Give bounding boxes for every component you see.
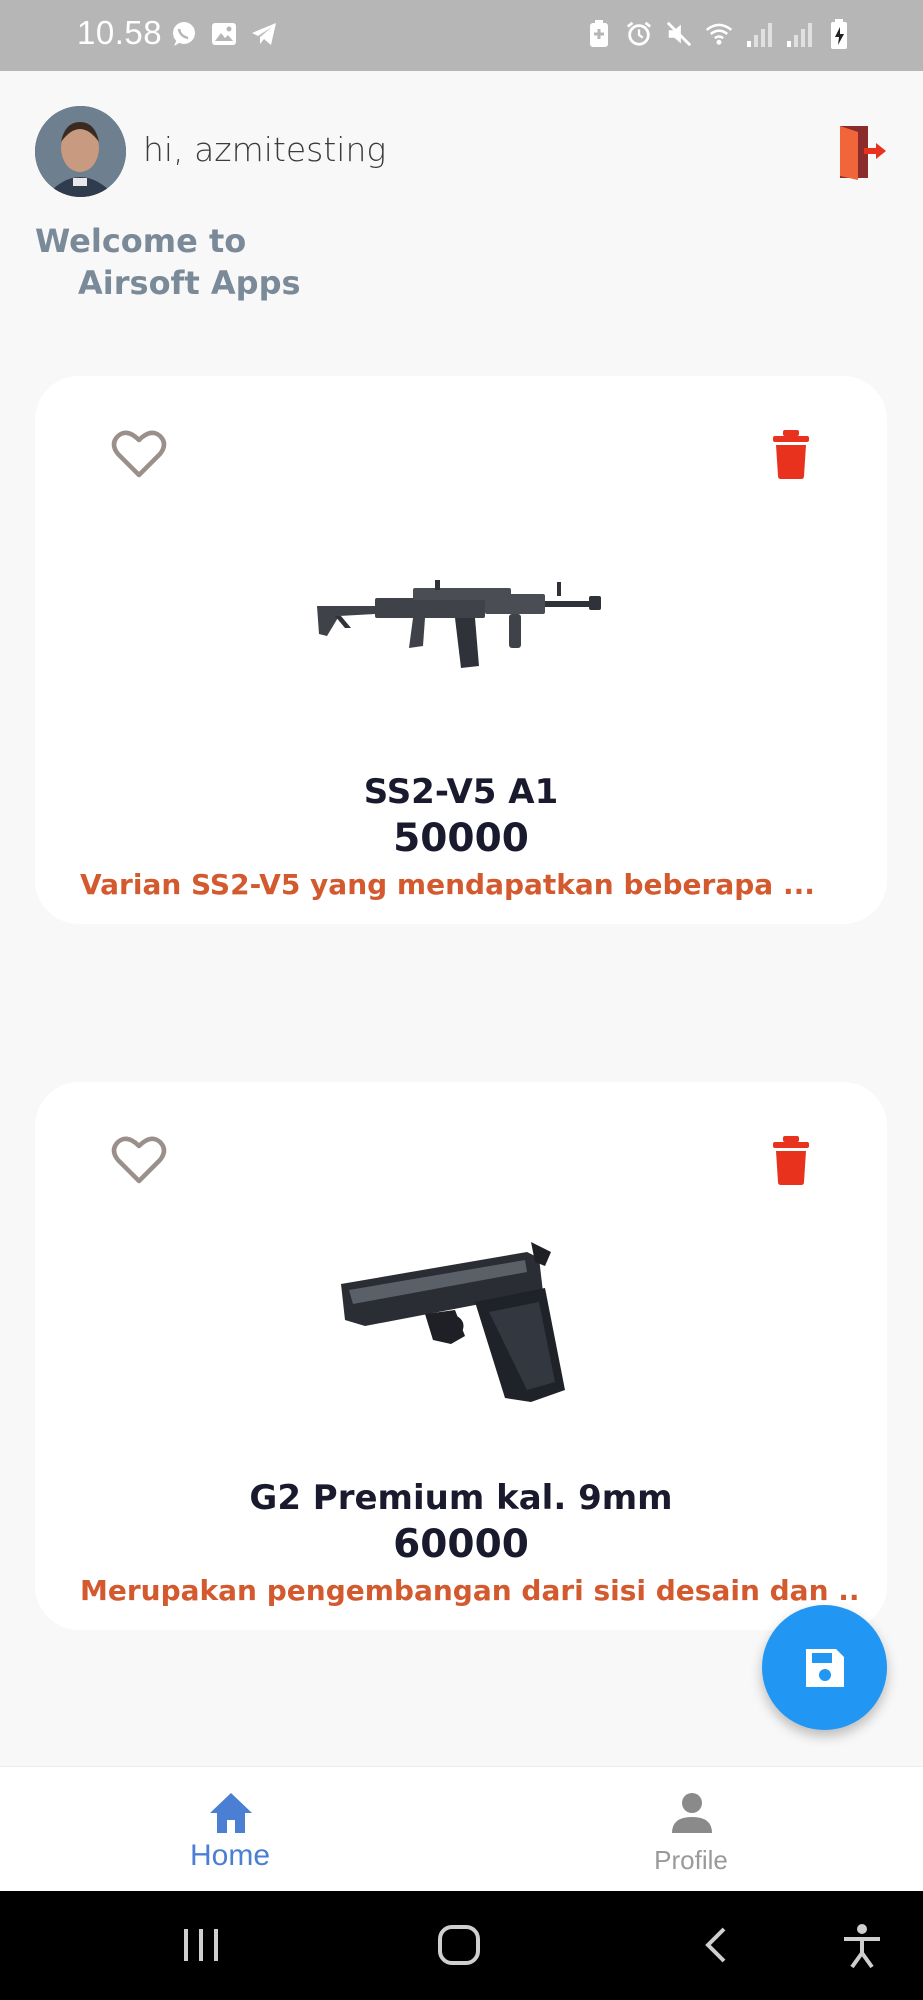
bottom-navigation: Home Profile <box>0 1766 923 1892</box>
person-icon <box>672 1793 712 1833</box>
product-card[interactable]: G2 Premium kal. 9mm 60000 Merupakan peng… <box>35 1082 887 1630</box>
delete-button[interactable] <box>769 428 813 480</box>
back-icon[interactable] <box>700 1921 730 1971</box>
product-description: Merupakan pengembangan dari sisi desain … <box>80 1574 860 1607</box>
gallery-icon <box>210 18 238 50</box>
telegram-icon <box>250 18 278 50</box>
heart-outline-icon <box>111 430 167 478</box>
home-icon <box>210 1793 252 1833</box>
product-card[interactable]: SS2-V5 A1 50000 Varian SS2-V5 yang menda… <box>35 376 887 924</box>
trash-icon <box>773 430 809 479</box>
nav-item-profile[interactable]: Profile <box>591 1767 791 1892</box>
battery-saver-icon <box>585 18 613 50</box>
wifi-icon <box>705 18 733 50</box>
system-navigation-bar <box>0 1891 923 2000</box>
alarm-icon <box>625 18 653 50</box>
product-name: SS2-V5 A1 <box>363 772 559 812</box>
greeting-text: hi, azmitesting <box>143 130 387 169</box>
nav-label-home: Home <box>189 1839 271 1872</box>
signal-icon <box>785 18 813 50</box>
assault-rifle-image <box>305 516 617 696</box>
favorite-button[interactable] <box>111 1134 167 1186</box>
heart-outline-icon <box>111 1136 167 1184</box>
save-icon <box>805 1648 844 1687</box>
product-price: 60000 <box>393 1522 529 1567</box>
nav-item-home[interactable]: Home <box>130 1767 330 1892</box>
logout-door-icon <box>840 126 886 180</box>
recent-apps-icon[interactable] <box>180 1921 224 1971</box>
welcome-title-line1: Welcome to <box>35 222 247 260</box>
nav-label-profile: Profile <box>654 1845 728 1875</box>
product-price: 50000 <box>393 816 529 861</box>
product-description: Varian SS2-V5 yang mendapatkan beberapa … <box>80 868 815 901</box>
status-time: 10.58 <box>77 14 163 51</box>
product-name: G2 Premium kal. 9mm <box>249 1478 673 1518</box>
home-circle-icon[interactable] <box>436 1921 482 1971</box>
favorite-button[interactable] <box>111 428 167 480</box>
system-status-icons <box>585 18 853 50</box>
whatsapp-icon <box>170 18 198 50</box>
save-fab-button[interactable] <box>762 1605 887 1730</box>
avatar[interactable] <box>35 106 126 197</box>
logout-button[interactable] <box>832 124 888 180</box>
trash-icon <box>773 1136 809 1185</box>
signal-icon <box>745 18 773 50</box>
mute-icon <box>665 18 693 50</box>
status-bar: 10.58 <box>0 0 923 71</box>
accessibility-icon[interactable] <box>840 1921 884 1971</box>
battery-charging-icon <box>825 18 853 50</box>
delete-button[interactable] <box>769 1134 813 1186</box>
notification-icons <box>170 18 278 50</box>
welcome-title-line2: Airsoft Apps <box>78 264 301 302</box>
pistol-image <box>305 1222 617 1402</box>
